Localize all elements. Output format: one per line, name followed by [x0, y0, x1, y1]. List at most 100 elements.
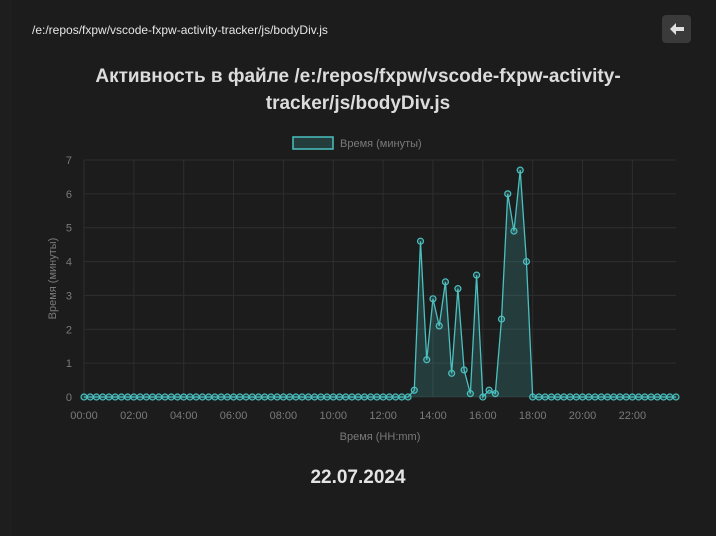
data-point [416, 237, 425, 245]
data-point [267, 393, 275, 401]
legend-swatch [292, 136, 334, 150]
x-tick-label: 00:00 [70, 410, 98, 422]
data-point [360, 393, 369, 401]
y-tick-label: 1 [66, 358, 72, 370]
data-point [329, 393, 337, 401]
data-point [99, 393, 107, 401]
data-point [597, 393, 605, 401]
data-point [279, 393, 288, 401]
data-point [547, 393, 555, 401]
data-point [86, 393, 94, 401]
data-point [566, 393, 574, 401]
data-point [472, 271, 481, 279]
data-point [124, 393, 132, 401]
data-point [348, 393, 356, 401]
data-point [572, 393, 580, 401]
x-tick-label: 08:00 [270, 410, 298, 422]
data-point [155, 393, 163, 401]
data-point [635, 393, 643, 401]
data-point [585, 393, 593, 401]
data-point [603, 393, 612, 401]
data-point [205, 393, 213, 401]
data-point [522, 257, 531, 266]
data-point [491, 390, 499, 398]
y-tick-label: 6 [66, 189, 72, 201]
x-tick-label: 16:00 [469, 410, 497, 422]
data-point [504, 190, 512, 198]
y-tick-label: 5 [66, 223, 72, 235]
data-point [242, 393, 250, 401]
data-point [342, 393, 350, 401]
data-point [173, 393, 182, 401]
x-tick-label: 10:00 [319, 410, 347, 422]
x-tick-label: 22:00 [619, 410, 647, 422]
data-point [385, 393, 393, 401]
data-point [616, 393, 624, 401]
data-point [167, 393, 175, 401]
data-point [535, 393, 543, 401]
data-point [117, 393, 125, 401]
y-tick-label: 0 [66, 392, 72, 404]
data-point [429, 295, 437, 303]
data-point [435, 322, 443, 330]
activity-chart: 0 1 2 3 4 5 6 7 00:00 02:00 04:00 06:00 08:00 10:00 12… [47, 136, 680, 443]
x-tick-label: 14:00 [419, 410, 447, 422]
data-point [410, 386, 418, 394]
data-point [80, 393, 88, 401]
data-point [298, 393, 306, 401]
data-point [236, 393, 244, 401]
y-tick-label: 2 [66, 324, 72, 336]
data-point [292, 393, 300, 401]
data-point [229, 393, 238, 401]
data-point [479, 393, 487, 401]
date-label: 22.07.2024 [310, 467, 406, 488]
data-point [310, 393, 319, 401]
data-point [423, 356, 431, 364]
data-point [529, 393, 537, 401]
data-point [379, 393, 387, 401]
data-point [516, 166, 524, 174]
x-tick-label: 20:00 [569, 410, 597, 422]
data-point [92, 393, 101, 401]
data-point [317, 393, 325, 401]
data-point [553, 393, 562, 401]
data-point [628, 393, 636, 401]
data-point [373, 393, 381, 401]
data-point [286, 393, 294, 401]
data-point [485, 386, 493, 394]
data-point [192, 393, 200, 401]
data-point [211, 393, 219, 401]
data-point [261, 393, 269, 401]
data-point [354, 393, 362, 401]
data-point [254, 393, 263, 401]
data-point [186, 393, 194, 401]
data-point [323, 393, 331, 401]
data-point [391, 393, 400, 401]
data-point [198, 393, 206, 401]
data-point [578, 393, 587, 401]
data-point [111, 393, 119, 401]
data-point [653, 393, 661, 401]
x-tick-label: 12:00 [369, 410, 397, 422]
data-point [641, 393, 649, 401]
data-point [647, 393, 655, 401]
data-point [460, 366, 468, 374]
data-point [497, 315, 506, 323]
data-point [610, 393, 618, 401]
x-tick-label: 04:00 [170, 410, 198, 422]
data-point [541, 393, 549, 401]
data-point [454, 285, 462, 293]
data-point [130, 393, 138, 401]
x-tick-label: 06:00 [220, 410, 248, 422]
y-tick-label: 4 [66, 257, 72, 269]
data-point [622, 393, 630, 401]
y-axis-title: Время (минуты) [47, 238, 59, 320]
y-tick-label: 3 [66, 290, 72, 302]
data-point [666, 393, 674, 401]
data-point [161, 393, 169, 401]
data-point [560, 393, 568, 401]
legend-label: Время (минуты) [340, 138, 422, 150]
data-point [217, 393, 225, 401]
data-point [466, 390, 474, 398]
data-point [223, 393, 231, 401]
